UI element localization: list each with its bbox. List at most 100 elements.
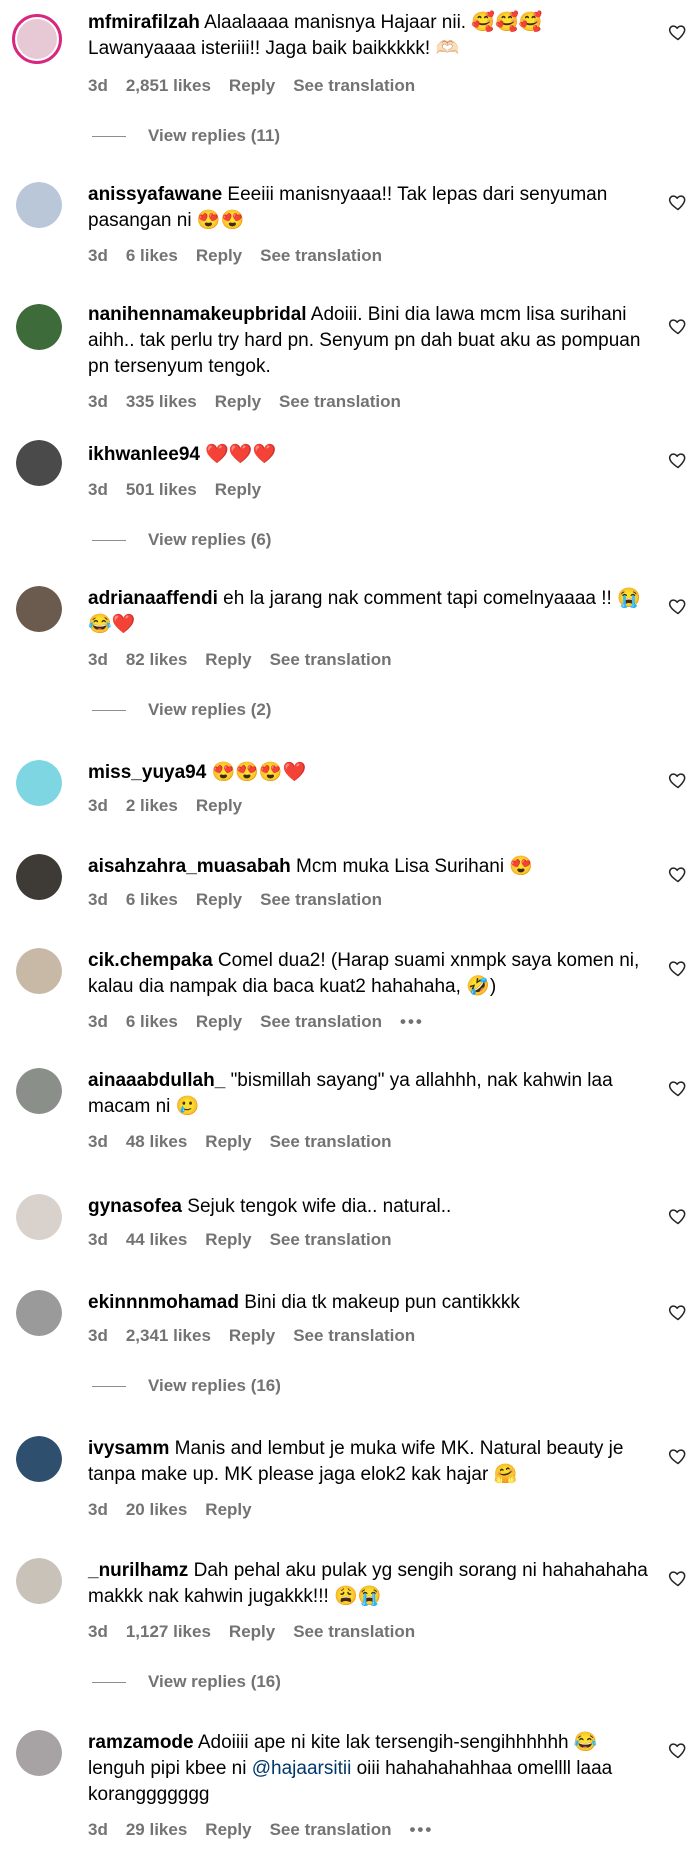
reply-button[interactable]: Reply: [205, 1500, 251, 1519]
mention-link[interactable]: @hajaarsitii: [252, 1758, 352, 1779]
heart-outline-icon[interactable]: [668, 1740, 688, 1760]
replies-divider: [92, 136, 126, 138]
view-replies-button[interactable]: View replies (6): [92, 530, 271, 550]
avatar[interactable]: [12, 14, 62, 64]
comment-time: 3d: [88, 1622, 108, 1641]
comment-time: 3d: [88, 1012, 108, 1031]
comment-username[interactable]: aisahzahra_muasabah: [88, 856, 291, 877]
view-replies-button[interactable]: View replies (16): [92, 1672, 281, 1692]
see-translation-link[interactable]: See translation: [270, 1820, 392, 1839]
see-translation-link[interactable]: See translation: [270, 650, 392, 669]
see-translation-link[interactable]: See translation: [260, 1012, 382, 1031]
comment-time: 3d: [88, 1500, 108, 1519]
reply-button[interactable]: Reply: [205, 1132, 251, 1151]
see-translation-link[interactable]: See translation: [293, 76, 415, 95]
heart-outline-icon[interactable]: [668, 1302, 688, 1322]
heart-outline-icon[interactable]: [668, 596, 688, 616]
more-options-icon[interactable]: •••: [400, 1012, 424, 1031]
comment-time: 3d: [88, 1820, 108, 1839]
avatar[interactable]: [16, 1558, 62, 1604]
comment-likes[interactable]: 6 likes: [126, 246, 178, 265]
see-translation-link[interactable]: See translation: [279, 392, 401, 411]
heart-outline-icon[interactable]: [668, 192, 688, 212]
heart-outline-icon[interactable]: [668, 1446, 688, 1466]
view-replies-button[interactable]: View replies (16): [92, 1376, 281, 1396]
avatar[interactable]: [16, 1068, 62, 1114]
see-translation-link[interactable]: See translation: [260, 890, 382, 909]
comment-likes[interactable]: 2,341 likes: [126, 1326, 211, 1345]
view-replies-button[interactable]: View replies (11): [92, 126, 280, 146]
see-translation-link[interactable]: See translation: [293, 1622, 415, 1641]
comment-username[interactable]: ekinnnmohamad: [88, 1292, 239, 1313]
comment-username[interactable]: nanihennamakeupbridal: [88, 304, 307, 325]
avatar[interactable]: [16, 1290, 62, 1336]
view-replies-button[interactable]: View replies (2): [92, 700, 271, 720]
avatar[interactable]: [16, 854, 62, 900]
reply-button[interactable]: Reply: [205, 1820, 251, 1839]
comment-username[interactable]: ikhwanlee94: [88, 444, 200, 465]
comment-likes[interactable]: 44 likes: [126, 1230, 187, 1249]
comment-text: 😍😍😍❤️: [211, 762, 307, 783]
see-translation-link[interactable]: See translation: [293, 1326, 415, 1345]
comment-likes[interactable]: 20 likes: [126, 1500, 187, 1519]
heart-outline-icon[interactable]: [668, 450, 688, 470]
avatar[interactable]: [16, 440, 62, 486]
comment-username[interactable]: adrianaaffendi: [88, 588, 218, 609]
comment-likes[interactable]: 48 likes: [126, 1132, 187, 1151]
comment-username[interactable]: anissyafawane: [88, 184, 222, 205]
reply-button[interactable]: Reply: [196, 890, 242, 909]
avatar[interactable]: [16, 304, 62, 350]
comment-likes[interactable]: 82 likes: [126, 650, 187, 669]
reply-button[interactable]: Reply: [229, 1326, 275, 1345]
more-options-icon[interactable]: •••: [409, 1820, 433, 1839]
heart-outline-icon[interactable]: [668, 316, 688, 336]
reply-button[interactable]: Reply: [196, 1012, 242, 1031]
reply-button[interactable]: Reply: [229, 1622, 275, 1641]
reply-button[interactable]: Reply: [196, 796, 242, 815]
avatar[interactable]: [16, 586, 62, 632]
avatar[interactable]: [16, 1730, 62, 1776]
replies-divider: [92, 540, 126, 542]
comment-likes[interactable]: 1,127 likes: [126, 1622, 211, 1641]
heart-outline-icon[interactable]: [668, 864, 688, 884]
comment-username[interactable]: mfmirafilzah: [88, 12, 200, 33]
comment-time: 3d: [88, 392, 108, 411]
comment-username[interactable]: ainaaabdullah_: [88, 1070, 225, 1091]
avatar[interactable]: [16, 760, 62, 806]
replies-divider: [92, 710, 126, 712]
heart-outline-icon[interactable]: [668, 770, 688, 790]
comment-likes[interactable]: 6 likes: [126, 890, 178, 909]
reply-button[interactable]: Reply: [215, 392, 261, 411]
comment-likes[interactable]: 2 likes: [126, 796, 178, 815]
heart-outline-icon[interactable]: [668, 22, 688, 42]
heart-outline-icon[interactable]: [668, 1568, 688, 1588]
comment-username[interactable]: ramzamode: [88, 1732, 194, 1753]
comment-username[interactable]: cik.chempaka: [88, 950, 213, 971]
avatar[interactable]: [16, 948, 62, 994]
avatar[interactable]: [16, 1194, 62, 1240]
comment-likes[interactable]: 2,851 likes: [126, 76, 211, 95]
reply-button[interactable]: Reply: [205, 1230, 251, 1249]
heart-outline-icon[interactable]: [668, 958, 688, 978]
comment-time: 3d: [88, 1326, 108, 1345]
comment-username[interactable]: ivysamm: [88, 1438, 169, 1459]
heart-outline-icon[interactable]: [668, 1078, 688, 1098]
reply-button[interactable]: Reply: [196, 246, 242, 265]
heart-outline-icon[interactable]: [668, 1206, 688, 1226]
comment-username[interactable]: gynasofea: [88, 1196, 182, 1217]
see-translation-link[interactable]: See translation: [270, 1230, 392, 1249]
avatar[interactable]: [16, 1436, 62, 1482]
comment-text: Mcm muka Lisa Surihani 😍: [296, 856, 533, 877]
avatar[interactable]: [16, 182, 62, 228]
comment-likes[interactable]: 6 likes: [126, 1012, 178, 1031]
reply-button[interactable]: Reply: [229, 76, 275, 95]
comment-username[interactable]: _nurilhamz: [88, 1560, 188, 1581]
reply-button[interactable]: Reply: [205, 650, 251, 669]
comment-likes[interactable]: 29 likes: [126, 1820, 187, 1839]
comment-likes[interactable]: 335 likes: [126, 392, 197, 411]
reply-button[interactable]: Reply: [215, 480, 261, 499]
comment-likes[interactable]: 501 likes: [126, 480, 197, 499]
see-translation-link[interactable]: See translation: [270, 1132, 392, 1151]
comment-username[interactable]: miss_yuya94: [88, 762, 206, 783]
see-translation-link[interactable]: See translation: [260, 246, 382, 265]
